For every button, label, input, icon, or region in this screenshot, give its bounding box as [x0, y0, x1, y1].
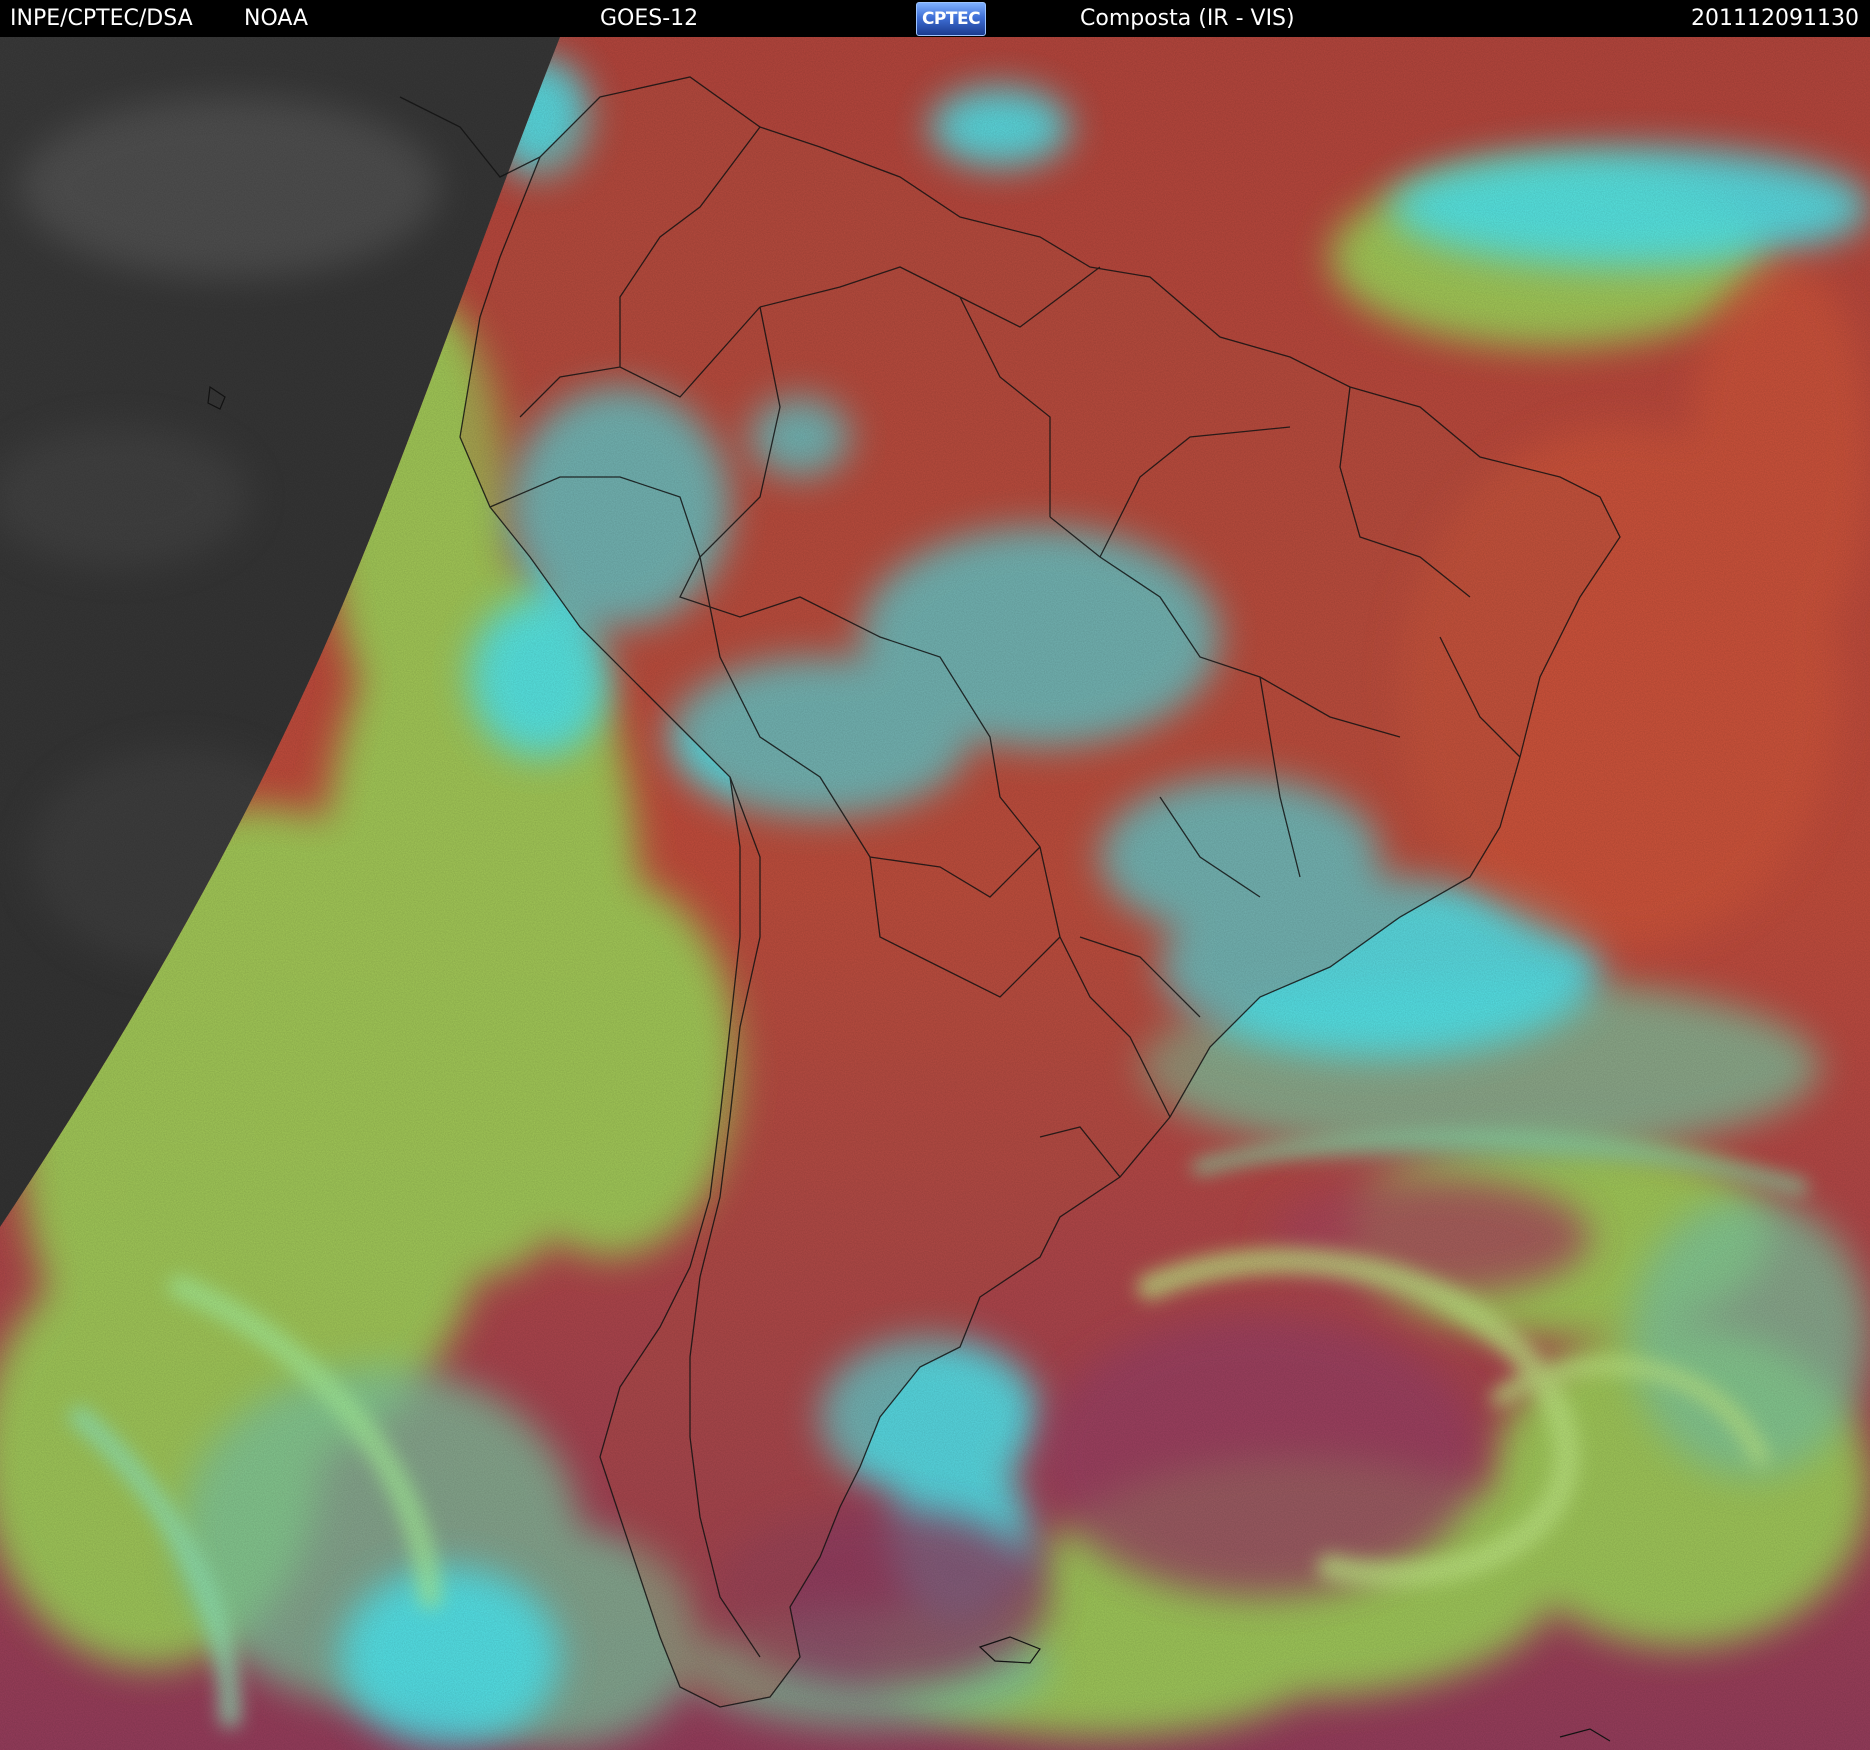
- satellite-image: [0, 37, 1870, 1750]
- source-label: INPE/CPTEC/DSA: [10, 6, 193, 31]
- cptec-logo: CPTEC: [916, 2, 986, 36]
- agency-label: NOAA: [244, 6, 309, 31]
- image-header: INPE/CPTEC/DSA NOAA GOES-12 CPTEC Compos…: [0, 0, 1870, 37]
- timestamp-label: 201112091130: [1691, 6, 1859, 31]
- composite-image-svg: [0, 37, 1870, 1750]
- product-label: Composta (IR - VIS): [1080, 6, 1295, 31]
- satellite-label: GOES-12: [600, 6, 699, 31]
